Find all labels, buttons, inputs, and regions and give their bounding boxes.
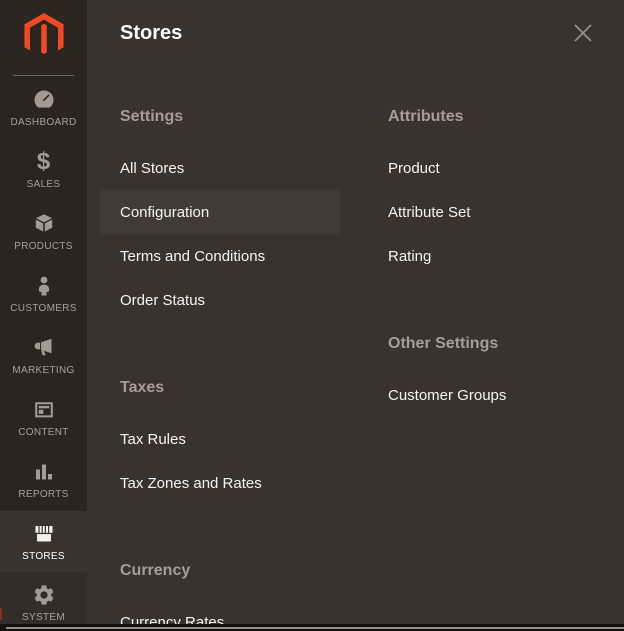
menu-item-tax-zones-and-rates[interactable]: Tax Zones and Rates bbox=[120, 461, 388, 505]
panel-title: Stores bbox=[120, 22, 182, 45]
gear-icon bbox=[32, 583, 56, 607]
sidebar-item-system[interactable]: SYSTEM bbox=[0, 572, 87, 624]
menu-item-configuration[interactable]: Configuration bbox=[100, 190, 340, 234]
section-header: Attributes bbox=[388, 108, 624, 125]
logo-block bbox=[0, 0, 87, 77]
menu-item-tax-rules[interactable]: Tax Rules bbox=[120, 417, 388, 461]
layout-icon bbox=[32, 398, 56, 422]
section-header: Currency bbox=[120, 562, 388, 579]
sidebar-item-sales[interactable]: $ SALES bbox=[0, 139, 87, 201]
panel-column-right: Attributes Product Attribute Set Rating … bbox=[388, 108, 624, 624]
menu-item-order-status[interactable]: Order Status bbox=[120, 278, 388, 322]
close-button[interactable] bbox=[572, 22, 594, 44]
sidebar-item-marketing[interactable]: MARKETING bbox=[0, 325, 87, 387]
megaphone-icon bbox=[32, 336, 56, 360]
sidebar-item-label: SALES bbox=[27, 179, 61, 190]
sidebar-item-label: SYSTEM bbox=[22, 612, 65, 623]
bar-chart-icon bbox=[32, 460, 56, 484]
sidebar-item-label: CUSTOMERS bbox=[10, 303, 76, 314]
sidebar-item-label: STORES bbox=[22, 551, 65, 562]
sidebar-item-label: PRODUCTS bbox=[14, 241, 73, 252]
panel-content: Settings All Stores Configuration Terms … bbox=[120, 108, 624, 624]
admin-sidebar: DASHBOARD $ SALES PRODUCTS CUSTOMERS bbox=[0, 0, 87, 624]
cube-icon bbox=[32, 212, 56, 236]
menu-item-rating[interactable]: Rating bbox=[388, 234, 624, 278]
person-icon bbox=[32, 274, 56, 298]
sidebar-divider bbox=[13, 75, 74, 76]
section-settings: Settings All Stores Configuration Terms … bbox=[120, 108, 388, 322]
section-attributes: Attributes Product Attribute Set Rating bbox=[388, 108, 624, 278]
menu-item-attribute-set[interactable]: Attribute Set bbox=[388, 190, 624, 234]
sidebar-item-products[interactable]: PRODUCTS bbox=[0, 201, 87, 263]
section-currency: Currency Currency Rates bbox=[120, 562, 388, 631]
magento-logo-icon[interactable] bbox=[24, 13, 64, 59]
section-header: Settings bbox=[120, 108, 388, 125]
panel-column-left: Settings All Stores Configuration Terms … bbox=[120, 108, 388, 624]
close-icon bbox=[572, 22, 594, 44]
menu-item-terms-and-conditions[interactable]: Terms and Conditions bbox=[120, 234, 388, 278]
sidebar-item-reports[interactable]: REPORTS bbox=[0, 449, 87, 511]
section-header: Other Settings bbox=[388, 335, 624, 352]
stores-flyout-panel: Stores Settings All Stores Configuration… bbox=[87, 0, 624, 624]
section-header: Taxes bbox=[120, 379, 388, 396]
dollar-icon: $ bbox=[37, 150, 50, 174]
section-taxes: Taxes Tax Rules Tax Zones and Rates bbox=[120, 379, 388, 505]
bottom-window-edge bbox=[0, 624, 624, 631]
menu-item-customer-groups[interactable]: Customer Groups bbox=[388, 373, 624, 417]
sidebar-item-customers[interactable]: CUSTOMERS bbox=[0, 263, 87, 325]
sidebar-item-dashboard[interactable]: DASHBOARD bbox=[0, 77, 87, 139]
sidebar-item-stores[interactable]: STORES bbox=[0, 511, 87, 572]
sidebar-item-label: CONTENT bbox=[18, 427, 68, 438]
sidebar-item-label: DASHBOARD bbox=[10, 117, 76, 128]
gauge-icon bbox=[32, 88, 56, 112]
left-edge-accent bbox=[0, 608, 2, 620]
bottom-scrollbar[interactable] bbox=[6, 627, 624, 629]
sidebar-nav: DASHBOARD $ SALES PRODUCTS CUSTOMERS bbox=[0, 77, 87, 624]
menu-item-all-stores[interactable]: All Stores bbox=[120, 146, 388, 190]
section-other-settings: Other Settings Customer Groups bbox=[388, 335, 624, 417]
storefront-icon bbox=[32, 522, 56, 546]
magento-admin-app: DASHBOARD $ SALES PRODUCTS CUSTOMERS bbox=[0, 0, 624, 631]
sidebar-item-label: REPORTS bbox=[18, 489, 68, 500]
sidebar-item-label: MARKETING bbox=[12, 365, 74, 376]
menu-item-product[interactable]: Product bbox=[388, 146, 624, 190]
sidebar-item-content[interactable]: CONTENT bbox=[0, 387, 87, 449]
